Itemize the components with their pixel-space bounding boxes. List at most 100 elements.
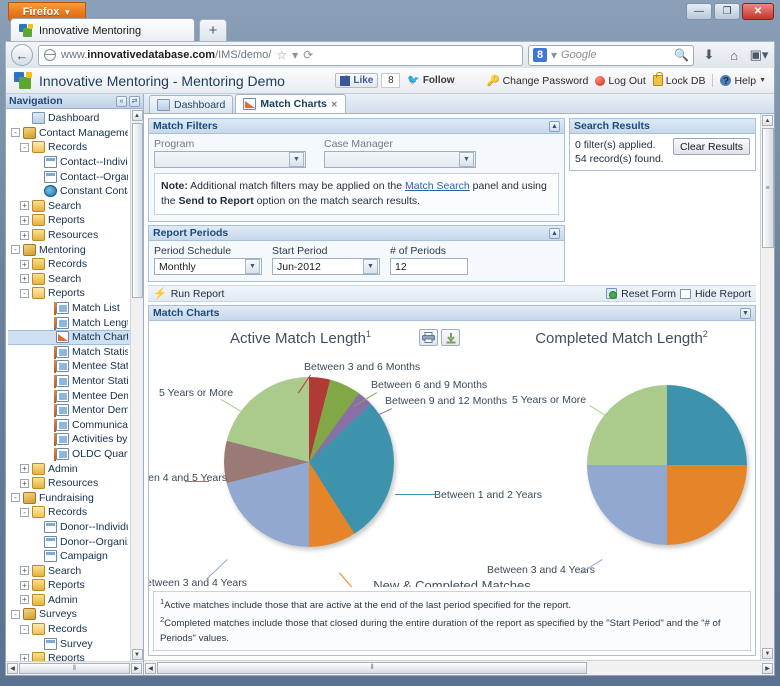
scroll-left-button[interactable]: ◀	[7, 663, 18, 674]
sidebar-item-mentor-statistics[interactable]: Mentor Statistics	[8, 374, 130, 389]
search-icon[interactable]: 🔍	[674, 48, 689, 62]
expand-node-icon[interactable]: +	[20, 464, 29, 474]
change-password-action[interactable]: 🔑 Change Password	[487, 74, 589, 88]
scroll-up-button[interactable]: ▲	[131, 110, 143, 121]
scroll-track[interactable]	[131, 121, 144, 649]
scroll-down-button[interactable]: ▼	[131, 649, 143, 660]
scroll-thumb[interactable]: ⦀	[157, 662, 587, 674]
sidebar-item-activities-by-period[interactable]: Activities by Period	[8, 432, 130, 447]
chevron-down-icon[interactable]: ▼	[245, 259, 260, 275]
sidebar-vertical-scrollbar[interactable]: ▲ ▼	[130, 109, 143, 661]
pie-slices[interactable]	[224, 377, 394, 548]
sidebar-item-contact-management[interactable]: - Contact Management	[8, 126, 130, 141]
sidebar-item-contact-organizat[interactable]: Contact--Organizat	[8, 169, 130, 184]
chevron-down-icon[interactable]: ▼	[363, 259, 378, 275]
expand-node-icon[interactable]: +	[20, 595, 29, 605]
sidebar-item-oldc-quarterly-re[interactable]: OLDC Quarterly Re	[8, 447, 130, 462]
collapse-node-icon[interactable]: -	[20, 624, 29, 634]
scroll-right-button[interactable]: ▶	[762, 662, 773, 674]
collapse-node-icon[interactable]: -	[11, 609, 20, 619]
reload-icon[interactable]: ⟳	[303, 48, 313, 62]
expand-node-icon[interactable]: +	[20, 201, 29, 211]
home-icon[interactable]: ⌂	[724, 45, 744, 65]
sidebar-item-resources[interactable]: + Resources	[8, 476, 130, 491]
scroll-right-button[interactable]: ▶	[131, 663, 142, 674]
chevron-down-icon[interactable]: ▾	[292, 48, 298, 62]
new-tab-button[interactable]: +	[199, 19, 227, 41]
expand-node-icon[interactable]: +	[20, 478, 29, 488]
hide-report-button[interactable]: Hide Report	[679, 288, 751, 300]
sidebar-item-reports[interactable]: - Reports	[8, 286, 130, 301]
help-action[interactable]: ? Help ▼	[720, 75, 766, 87]
clear-results-button[interactable]: Clear Results	[672, 138, 750, 155]
sidebar-item-admin[interactable]: + Admin	[8, 593, 130, 608]
pie-slices[interactable]	[587, 385, 747, 546]
sidebar-item-reports[interactable]: + Reports	[8, 651, 130, 661]
chevron-down-icon[interactable]: ▼	[459, 152, 474, 167]
sidebar-item-donor-individual[interactable]: Donor--Individual	[8, 520, 130, 535]
sidebar-item-records[interactable]: - Records	[8, 505, 130, 520]
collapse-node-icon[interactable]: -	[20, 288, 29, 298]
collapse-node-icon[interactable]: -	[11, 245, 20, 255]
collapse-sidebar-button[interactable]: «	[116, 95, 127, 107]
twitter-follow-button[interactable]: 🐦 Follow	[407, 75, 454, 86]
chevron-down-icon[interactable]: ▼	[289, 152, 304, 167]
period-schedule-select[interactable]: Monthly ▼	[154, 258, 262, 276]
search-input[interactable]: 8 ▾ Google 🔍	[528, 44, 694, 66]
bookmark-star-icon[interactable]: ☆	[276, 48, 287, 62]
collapse-node-icon[interactable]: -	[20, 142, 29, 152]
run-report-button[interactable]: ⚡ Run Report	[153, 287, 224, 301]
expand-node-icon[interactable]: +	[20, 653, 29, 661]
chevron-down-icon[interactable]: ▾	[551, 48, 557, 62]
collapse-node-icon[interactable]: -	[11, 493, 20, 503]
print-chart-button[interactable]	[419, 329, 438, 347]
start-period-select[interactable]: Jun-2012 ▼	[272, 258, 380, 276]
sidebar-horizontal-scrollbar[interactable]: ◀ ⦀ ▶	[6, 661, 143, 675]
refresh-tree-button[interactable]: ⇄	[129, 95, 140, 107]
sidebar-item-communication-by[interactable]: Communication by	[8, 417, 130, 432]
scroll-left-button[interactable]: ◀	[145, 662, 156, 674]
sidebar-item-records[interactable]: - Records	[8, 622, 130, 637]
sidebar-item-survey[interactable]: Survey	[8, 636, 130, 651]
sidebar-item-match-charts[interactable]: Match Charts	[8, 329, 130, 345]
sidebar-item-match-length[interactable]: Match Length	[8, 315, 130, 330]
expand-node-icon[interactable]: +	[20, 259, 29, 269]
sidebar-item-mentor-demograph[interactable]: Mentor Demograph	[8, 403, 130, 418]
sidebar-item-campaign[interactable]: Campaign	[8, 549, 130, 564]
collapse-node-icon[interactable]: -	[11, 128, 20, 138]
main-horizontal-scrollbar[interactable]: ◀ ⦀ ▶	[144, 660, 774, 675]
sidebar-item-donor-organizatio[interactable]: Donor--Organizatio	[8, 534, 130, 549]
match-search-link[interactable]: Match Search	[405, 180, 470, 192]
scroll-down-button[interactable]: ▼	[762, 648, 773, 659]
sidebar-item-dashboard[interactable]: Dashboard	[8, 111, 130, 126]
sidebar-item-search[interactable]: + Search	[8, 563, 130, 578]
sidebar-item-reports[interactable]: + Reports	[8, 578, 130, 593]
facebook-like-widget[interactable]: f Like 8	[335, 73, 401, 88]
sidebar-item-mentee-statistics[interactable]: Mentee Statistics	[8, 359, 130, 374]
scroll-thumb[interactable]	[131, 123, 143, 298]
sidebar-item-admin[interactable]: + Admin	[8, 461, 130, 476]
collapse-panel-button[interactable]: ▲	[549, 120, 560, 132]
expand-node-icon[interactable]: +	[20, 580, 29, 590]
sidebar-item-records[interactable]: + Records	[8, 257, 130, 272]
expand-node-icon[interactable]: +	[20, 566, 29, 576]
sidebar-item-search[interactable]: + Search	[8, 272, 130, 287]
bookmarks-icon[interactable]: ▣▾	[749, 45, 769, 65]
num-periods-input[interactable]: 12	[390, 258, 468, 276]
tab-dashboard[interactable]: Dashboard	[149, 95, 234, 113]
sidebar-item-search[interactable]: + Search	[8, 199, 130, 214]
collapse-panel-button[interactable]: ▲	[549, 227, 560, 239]
browser-tab[interactable]: Innovative Mentoring	[10, 18, 195, 42]
sidebar-item-reports[interactable]: + Reports	[8, 213, 130, 228]
sidebar-item-mentee-demograph[interactable]: Mentee Demograph	[8, 388, 130, 403]
sidebar-item-records[interactable]: - Records	[8, 140, 130, 155]
collapse-node-icon[interactable]: -	[20, 507, 29, 517]
scroll-up-button[interactable]: ▲	[762, 115, 773, 126]
expand-node-icon[interactable]: +	[20, 215, 29, 225]
back-icon[interactable]: ←	[11, 44, 33, 66]
sidebar-item-constant-contact[interactable]: Constant Contact	[8, 184, 130, 199]
collapse-panel-button[interactable]: ▼	[740, 307, 751, 319]
url-input[interactable]: www.innovativedatabase.com/IMS/demo/ ☆ ▾…	[38, 44, 523, 66]
expand-node-icon[interactable]: +	[20, 230, 29, 240]
sidebar-item-fundraising[interactable]: - Fundraising	[8, 490, 130, 505]
